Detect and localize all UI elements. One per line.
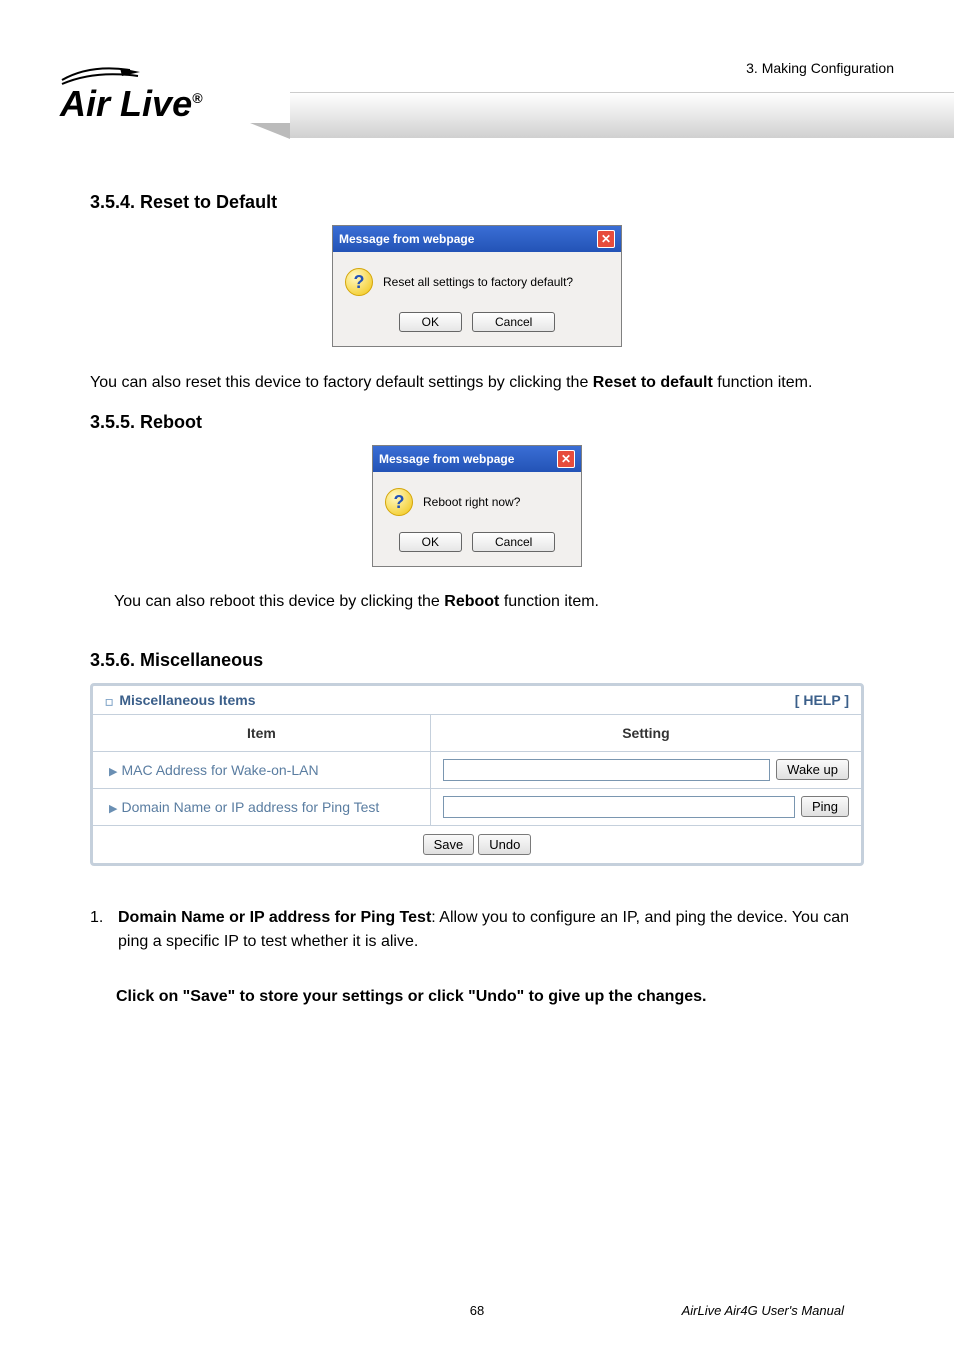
save-button[interactable]: Save [423,834,475,855]
header-banner [290,92,954,138]
col-item-header: Item [93,715,431,751]
section-heading-misc: 3.5.6. Miscellaneous [90,650,864,671]
ok-button[interactable]: OK [399,532,462,552]
table-header-row: Item Setting [93,714,861,751]
undo-button[interactable]: Undo [478,834,531,855]
section-heading-reset: 3.5.4. Reset to Default [90,192,864,213]
reset-paragraph: You can also reset this device to factor… [90,371,864,394]
dialog-titlebar: Message from webpage ✕ [333,226,621,252]
table-row: ▶Domain Name or IP address for Ping Test… [93,788,861,825]
dialog-message: Reboot right now? [423,495,520,509]
row-label-ping: ▶Domain Name or IP address for Ping Test [93,789,431,825]
cancel-button[interactable]: Cancel [472,532,555,552]
row-label-wake: ▶MAC Address for Wake-on-LAN [93,752,431,788]
misc-items-table: ◻Miscellaneous Items [ HELP ] Item Setti… [90,683,864,866]
ping-button[interactable]: Ping [801,796,849,817]
dialog-title: Message from webpage [379,452,514,466]
reboot-dialog: Message from webpage ✕ ? Reboot right no… [372,445,582,567]
col-setting-header: Setting [431,715,861,751]
chapter-label: 3. Making Configuration [746,60,894,76]
numbered-item-1: 1. Domain Name or IP address for Ping Te… [90,906,864,954]
manual-title: AirLive Air4G User's Manual [682,1303,844,1318]
table-title-row: ◻Miscellaneous Items [ HELP ] [93,686,861,714]
page-header: 3. Making Configuration Air Live® [0,0,954,150]
arrow-icon: ▶ [109,766,117,778]
table-row: ▶MAC Address for Wake-on-LAN Wake up [93,751,861,788]
page-number: 68 [470,1303,484,1318]
page-footer: 68 AirLive Air4G User's Manual [0,1303,954,1318]
table-action-row: Save Undo [93,825,861,863]
reset-dialog: Message from webpage ✕ ? Reset all setti… [332,225,622,347]
arrow-icon: ▶ [109,803,117,815]
wake-up-button[interactable]: Wake up [776,759,849,780]
bullet-icon: ◻ [105,697,113,708]
section-heading-reboot: 3.5.5. Reboot [90,412,864,433]
dialog-message: Reset all settings to factory default? [383,275,573,289]
reboot-paragraph: You can also reboot this device by click… [114,591,864,613]
question-icon: ? [345,268,373,296]
table-title: ◻Miscellaneous Items [105,692,255,708]
help-link[interactable]: [ HELP ] [795,692,849,708]
logo: Air Live® [60,62,202,122]
page-content: 3.5.4. Reset to Default Message from web… [0,150,954,1006]
wake-mac-input[interactable] [443,759,770,781]
close-icon[interactable]: ✕ [597,230,615,248]
question-icon: ? [385,488,413,516]
ping-target-input[interactable] [443,796,795,818]
cancel-button[interactable]: Cancel [472,312,555,332]
ok-button[interactable]: OK [399,312,462,332]
item1-text: Domain Name or IP address for Ping Test:… [118,906,864,954]
dialog-titlebar: Message from webpage ✕ [373,446,581,472]
dialog-title: Message from webpage [339,232,474,246]
close-icon[interactable]: ✕ [557,450,575,468]
save-instruction: Click on "Save" to store your settings o… [116,988,864,1006]
logo-text: Air Live® [60,86,202,122]
